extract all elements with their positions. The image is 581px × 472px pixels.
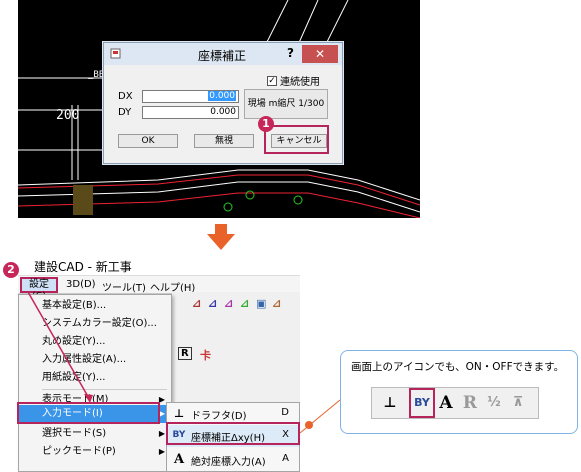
drafter-icon[interactable]: ⊥: [380, 393, 400, 413]
fraction-icon[interactable]: ½: [484, 393, 504, 413]
callout-text: 画面上のアイコンでも、ON・OFFできます。: [351, 361, 565, 373]
callout-icon-highlight: [409, 388, 435, 418]
tip-callout: 画面上のアイコンでも、ON・OFFできます。 ⊥ BY A R ½ ⊼: [340, 350, 578, 434]
angle-icon[interactable]: ⊼: [508, 393, 528, 413]
callout-toolbar: ⊥ BY A R ½ ⊼: [371, 387, 539, 419]
relative-coordinate-icon[interactable]: R: [460, 393, 480, 413]
absolute-coordinate-icon[interactable]: A: [436, 393, 456, 413]
